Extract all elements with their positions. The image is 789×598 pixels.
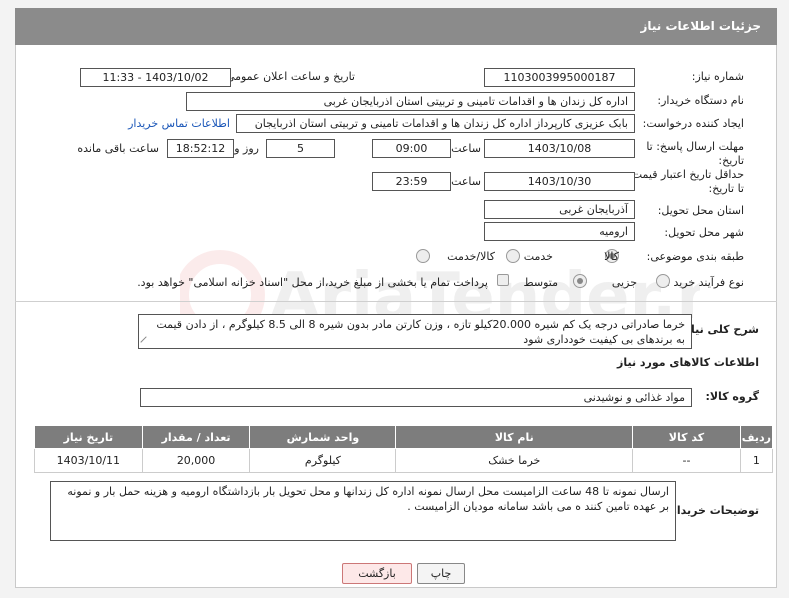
remaining-time-field: 18:52:12 xyxy=(167,139,234,158)
need-number-label: شماره نیاز: xyxy=(691,70,744,83)
buyer-notes-label: توضیحات خریدار: xyxy=(666,504,759,517)
process-radio-medium[interactable] xyxy=(573,274,587,288)
cell-quantity: 20,000 xyxy=(141,448,251,473)
deadline-label: مهلت ارسال پاسخ: تا تاریخ: xyxy=(646,140,744,167)
deadline-time-word: ساعت xyxy=(451,142,481,155)
cell-date: 1403/10/11 xyxy=(34,448,143,473)
goods-table: ردیف کد کالا نام کالا واحد شمارش تعداد /… xyxy=(34,425,774,473)
category-option-service: خدمت xyxy=(523,250,553,263)
buyer-label: نام دستگاه خریدار: xyxy=(657,94,744,107)
deadline-date-field: 1403/10/08 xyxy=(484,139,635,158)
summary-textarea[interactable]: خرما صادراتی درجه یک کم شیره 20.000کیلو … xyxy=(138,314,692,349)
city-field: ارومیه xyxy=(484,222,635,241)
divider xyxy=(15,301,777,302)
validity-time-word: ساعت xyxy=(451,175,481,188)
buyer-notes-textarea[interactable]: ارسال نمونه تا 48 ساعت الزامیست محل ارسا… xyxy=(50,481,676,541)
need-number-field: 1103003995000187 xyxy=(484,68,635,87)
payment-note: پرداخت تمام یا بخشی از مبلغ خرید،از محل … xyxy=(137,276,488,289)
print-button[interactable]: چاپ xyxy=(417,563,465,584)
cell-unit: کیلوگرم xyxy=(249,448,397,473)
validity-time-field: 23:59 xyxy=(372,172,451,191)
remaining-word: ساعت باقی مانده xyxy=(77,142,159,155)
requester-label: ایجاد کننده درخواست: xyxy=(642,117,744,130)
col-name: نام کالا xyxy=(395,425,634,449)
process-option-medium: متوسط xyxy=(523,276,558,289)
cell-code: -- xyxy=(632,448,741,473)
cell-row: 1 xyxy=(739,448,774,473)
summary-text: خرما صادراتی درجه یک کم شیره 20.000کیلو … xyxy=(156,318,685,346)
announce-label: تاریخ و ساعت اعلان عمومی: xyxy=(222,70,355,83)
summary-label: شرح کلی نیاز: xyxy=(680,323,759,336)
city-label: شهر محل تحویل: xyxy=(664,226,744,239)
process-label: نوع فرآیند خرید : xyxy=(666,276,744,289)
province-field: آذربایجان غربی xyxy=(484,200,635,219)
days-field: 5 xyxy=(266,139,335,158)
goods-table-header: ردیف کد کالا نام کالا واحد شمارش تعداد /… xyxy=(34,425,774,449)
category-label: طبقه بندی موضوعی: xyxy=(646,250,744,263)
category-option-goods: کالا xyxy=(604,250,619,263)
category-radio-service[interactable] xyxy=(506,249,520,263)
resize-grip-icon[interactable] xyxy=(140,336,152,348)
category-radio-goods-service[interactable] xyxy=(416,249,430,263)
requester-field: بابک عزیزی کارپرداز اداره کل زندان ها و … xyxy=(236,114,635,133)
buyer-field: اداره کل زندان ها و اقدامات تامینی و ترب… xyxy=(186,92,635,111)
goods-group-field: مواد غذائی و نوشیدنی xyxy=(140,388,692,407)
buyer-contact-link[interactable]: اطلاعات تماس خریدار xyxy=(128,117,230,130)
goods-section-title: اطلاعات کالاهای مورد نیاز xyxy=(617,356,759,369)
validity-label: حداقل تاریخ اعتبار قیمت: تا تاریخ: xyxy=(628,168,744,195)
days-word: روز و xyxy=(234,142,259,155)
deadline-time-field: 09:00 xyxy=(372,139,451,158)
table-row: 1 -- خرما خشک کیلوگرم 20,000 1403/10/11 xyxy=(34,448,774,473)
col-code: کد کالا xyxy=(632,425,741,449)
col-quantity: تعداد / مقدار xyxy=(141,425,251,449)
validity-date-field: 1403/10/30 xyxy=(484,172,635,191)
process-radio-minor[interactable] xyxy=(656,274,670,288)
process-option-minor: جزیی xyxy=(611,276,637,289)
col-unit: واحد شمارش xyxy=(249,425,397,449)
page-header: جزئیات اطلاعات نیاز xyxy=(15,8,777,45)
treasury-payment-checkbox[interactable] xyxy=(497,274,509,286)
col-row: ردیف xyxy=(739,425,774,449)
cell-name: خرما خشک xyxy=(395,448,634,473)
announce-field: 1403/10/02 - 11:33 xyxy=(80,68,231,87)
goods-group-label: گروه کالا: xyxy=(705,390,759,403)
province-label: استان محل تحویل: xyxy=(657,204,744,217)
col-date: تاریخ نیاز xyxy=(34,425,143,449)
page-title: جزئیات اطلاعات نیاز xyxy=(640,19,761,33)
buyer-notes-text: ارسال نمونه تا 48 ساعت الزامیست محل ارسا… xyxy=(67,485,669,513)
back-button[interactable]: بازگشت xyxy=(342,563,412,584)
category-option-goods-service: کالا/خدمت xyxy=(447,250,495,263)
